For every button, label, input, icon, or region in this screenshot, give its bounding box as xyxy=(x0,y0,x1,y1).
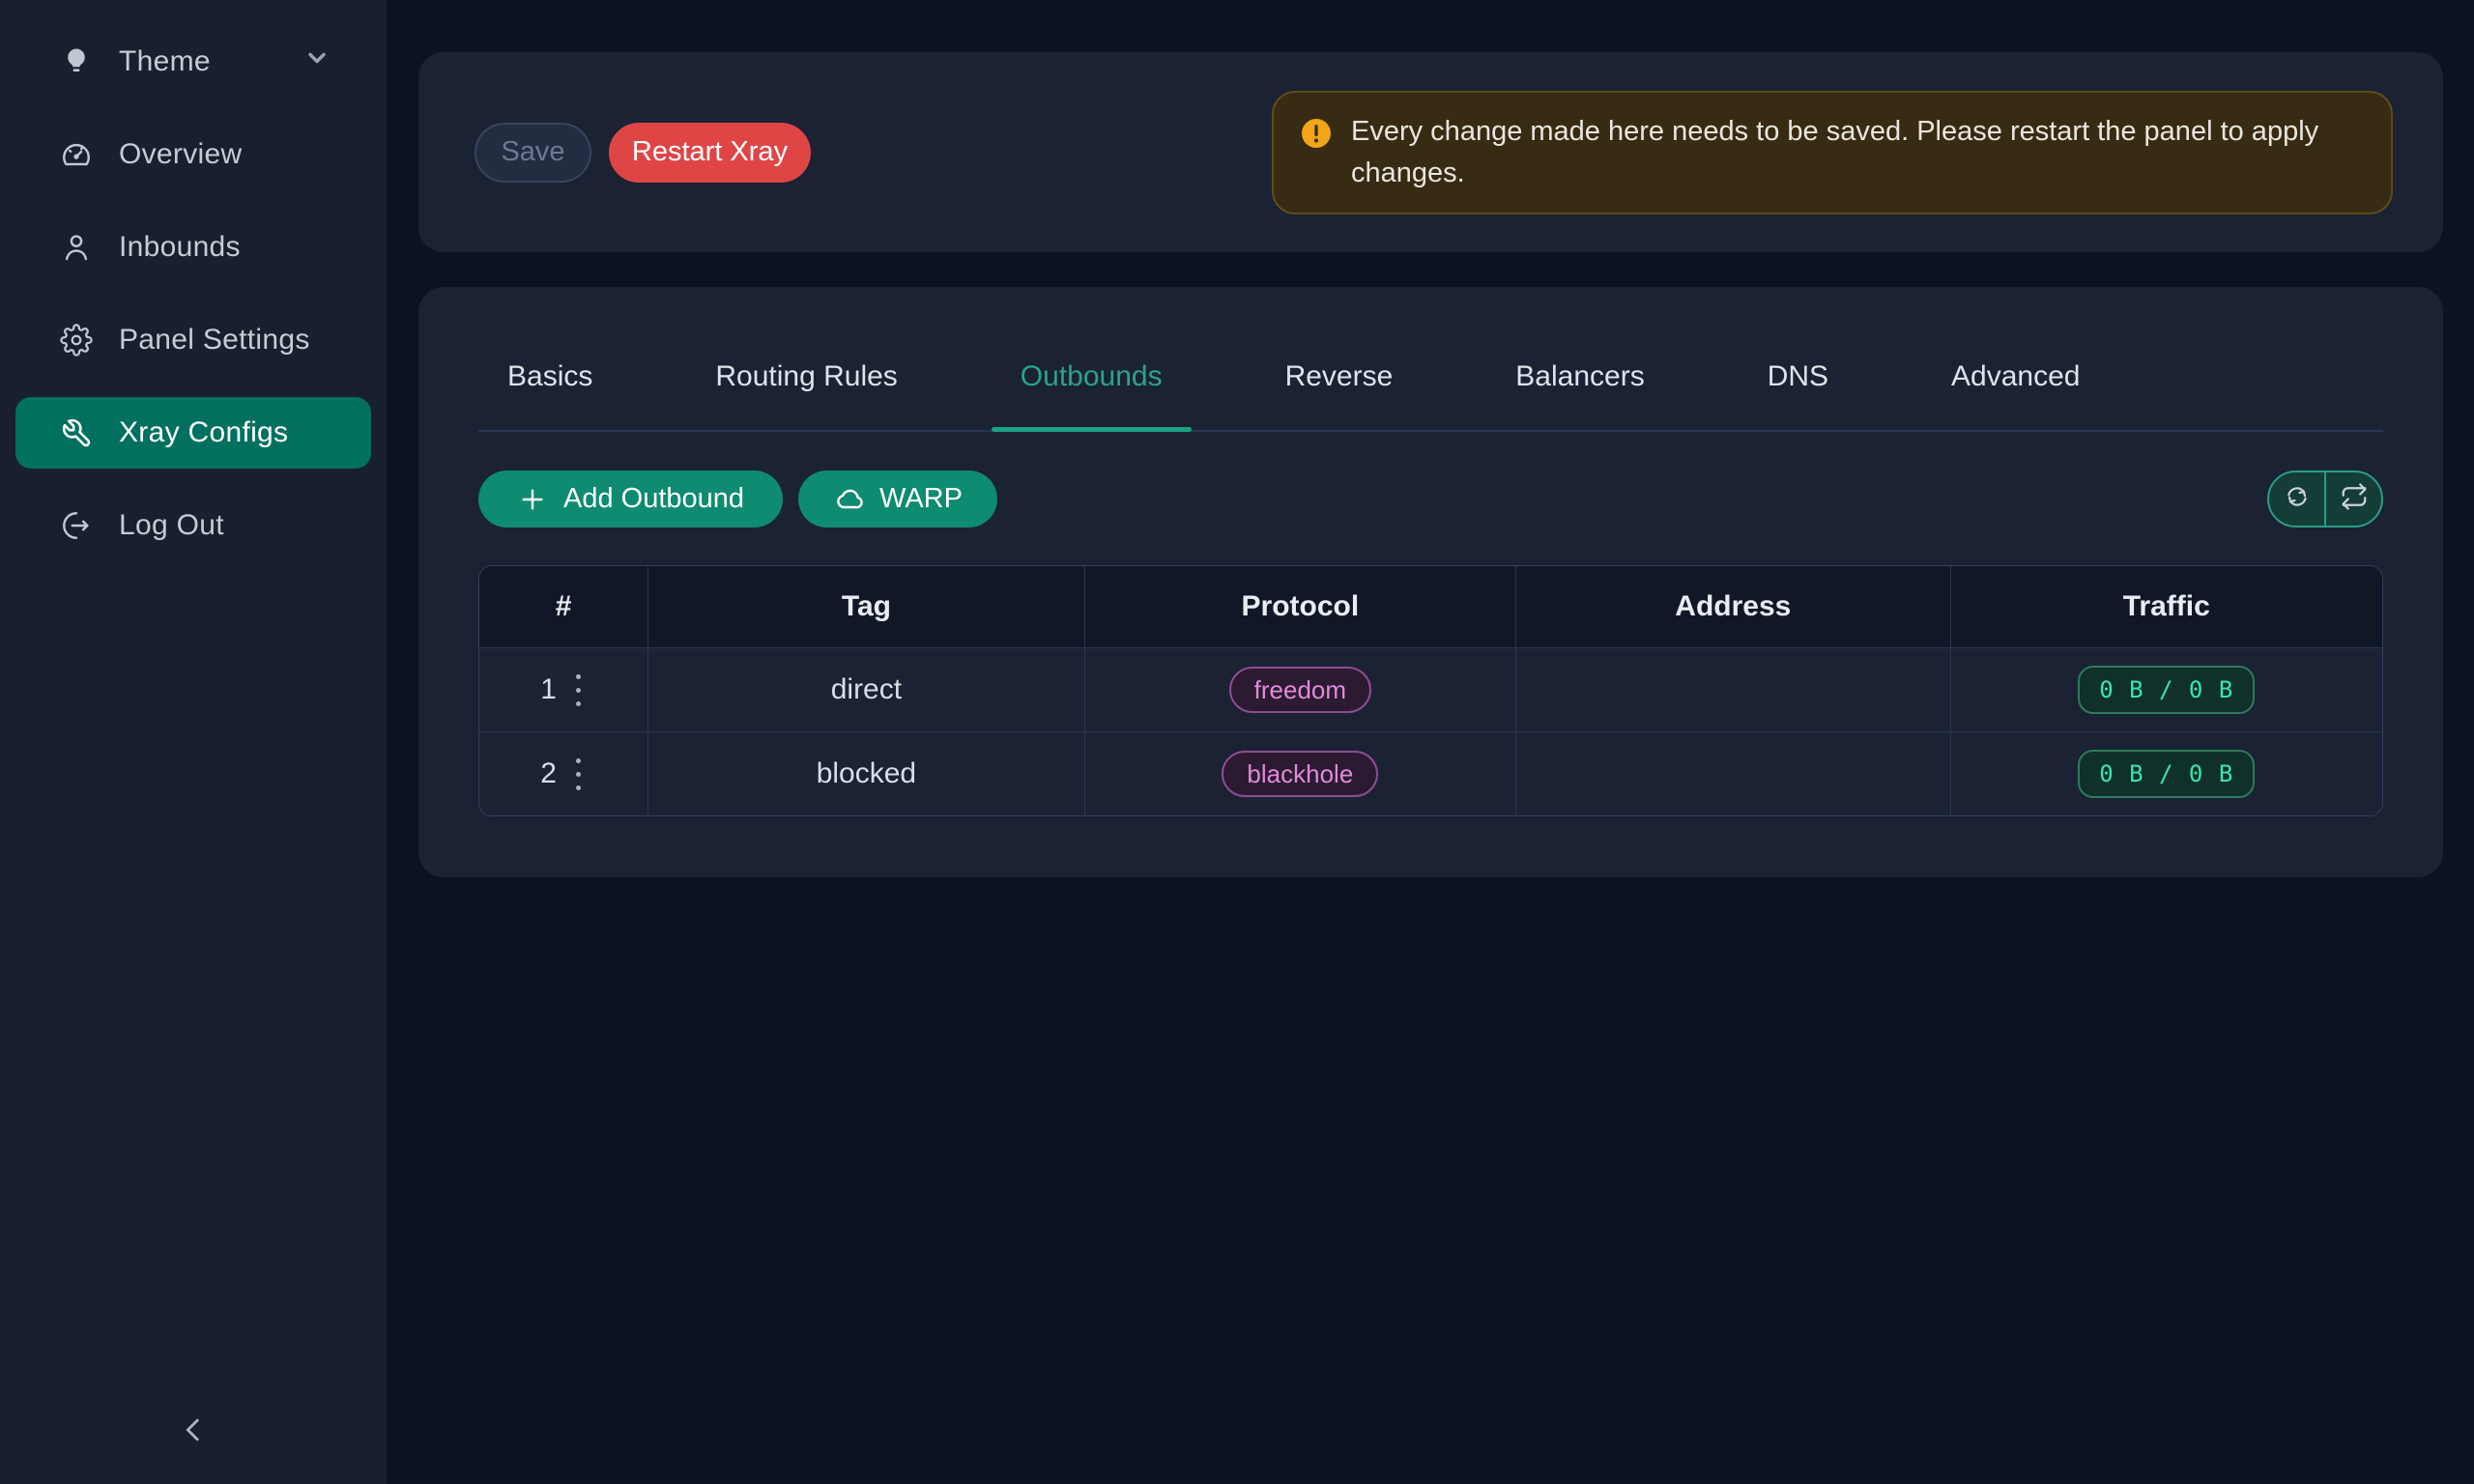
tab-dns[interactable]: DNS xyxy=(1739,357,1857,430)
gear-icon xyxy=(59,323,94,357)
row-index: 2 xyxy=(540,757,557,790)
wrench-icon xyxy=(59,415,94,450)
column-header-protocol: Protocol xyxy=(1085,566,1516,647)
row-tag-cell: direct xyxy=(648,648,1084,731)
outbounds-table: # Tag Protocol Address Traffic 1 direct … xyxy=(478,565,2383,816)
tab-routing-rules[interactable]: Routing Rules xyxy=(686,357,926,430)
traffic-badge: 0 B / 0 B xyxy=(2078,750,2255,798)
row-address-cell xyxy=(1516,648,1950,731)
outbounds-actions-row: Add Outbound WARP xyxy=(478,471,2383,528)
sidebar-item-label: Inbounds xyxy=(119,231,241,264)
sidebar-item-label: Panel Settings xyxy=(119,324,310,357)
row-protocol-cell: freedom xyxy=(1085,648,1516,731)
refresh-button-group xyxy=(2267,471,2383,528)
row-index-cell: 2 xyxy=(479,732,648,815)
user-icon xyxy=(59,230,94,265)
row-index: 1 xyxy=(540,673,557,706)
table-row: 2 blocked blackhole 0 B / 0 B xyxy=(479,731,2382,815)
lightbulb-icon xyxy=(59,44,94,79)
row-menu-dots-icon[interactable] xyxy=(570,753,587,796)
reload-outbounds-button[interactable] xyxy=(2269,472,2326,526)
sidebar-item-overview[interactable]: Overview xyxy=(15,119,371,190)
column-header-tag: Tag xyxy=(648,566,1084,647)
column-header-address: Address xyxy=(1516,566,1950,647)
warning-circle-icon xyxy=(1299,116,1334,151)
config-tabs: Basics Routing Rules Outbounds Reverse B… xyxy=(478,287,2383,432)
table-header-row: # Tag Protocol Address Traffic xyxy=(479,566,2382,647)
protocol-badge: freedom xyxy=(1229,667,1371,713)
plus-icon xyxy=(517,484,548,515)
main-content: Save Restart Xray Every change made here… xyxy=(387,0,2474,1484)
restart-warning-alert: Every change made here needs to be saved… xyxy=(1272,91,2393,214)
traffic-badge: 0 B / 0 B xyxy=(2078,666,2255,714)
xray-configs-card: Basics Routing Rules Outbounds Reverse B… xyxy=(418,287,2443,877)
sidebar-item-panel-settings[interactable]: Panel Settings xyxy=(15,304,371,376)
tab-outbounds[interactable]: Outbounds xyxy=(992,357,1192,430)
tab-balancers[interactable]: Balancers xyxy=(1486,357,1673,430)
add-outbound-button[interactable]: Add Outbound xyxy=(478,471,783,528)
sync-icon xyxy=(2283,482,2312,516)
restart-xray-button[interactable]: Restart Xray xyxy=(609,123,811,183)
cloud-icon xyxy=(833,484,864,515)
sidebar-collapse-button[interactable] xyxy=(164,1403,222,1461)
chevron-left-icon xyxy=(177,1413,210,1451)
sidebar: Theme Overview Inbounds xyxy=(0,0,387,1484)
warp-label: WARP xyxy=(879,483,963,515)
save-button[interactable]: Save xyxy=(475,123,591,183)
gauge-icon xyxy=(59,137,94,172)
protocol-badge: blackhole xyxy=(1222,751,1378,797)
warp-button[interactable]: WARP xyxy=(798,471,997,528)
sidebar-item-label: Xray Configs xyxy=(119,416,288,449)
logout-icon xyxy=(59,508,94,543)
alert-message: Every change made here needs to be saved… xyxy=(1351,111,2362,194)
sidebar-item-xray-configs[interactable]: Xray Configs xyxy=(15,397,371,469)
toolbar-card: Save Restart Xray Every change made here… xyxy=(418,52,2443,252)
sidebar-item-theme[interactable]: Theme xyxy=(15,26,371,98)
table-row: 1 direct freedom 0 B / 0 B xyxy=(479,647,2382,731)
tab-basics[interactable]: Basics xyxy=(478,357,621,430)
row-address-cell xyxy=(1516,732,1950,815)
row-protocol-cell: blackhole xyxy=(1085,732,1516,815)
row-menu-dots-icon[interactable] xyxy=(570,669,587,712)
sidebar-item-label: Theme xyxy=(119,45,211,78)
row-tag-cell: blocked xyxy=(648,732,1084,815)
sidebar-item-log-out[interactable]: Log Out xyxy=(15,490,371,561)
chevron-down-icon xyxy=(303,44,331,79)
column-header-index: # xyxy=(479,566,648,647)
sidebar-item-inbounds[interactable]: Inbounds xyxy=(15,212,371,283)
row-traffic-cell: 0 B / 0 B xyxy=(1951,732,2382,815)
add-outbound-label: Add Outbound xyxy=(563,483,744,515)
row-index-cell: 1 xyxy=(479,648,648,731)
column-header-traffic: Traffic xyxy=(1951,566,2382,647)
row-traffic-cell: 0 B / 0 B xyxy=(1951,648,2382,731)
sidebar-item-label: Overview xyxy=(119,138,242,171)
tab-reverse[interactable]: Reverse xyxy=(1256,357,1423,430)
sidebar-item-label: Log Out xyxy=(119,509,224,542)
reset-traffic-button[interactable] xyxy=(2326,472,2381,526)
tab-advanced[interactable]: Advanced xyxy=(1922,357,2109,430)
repeat-icon xyxy=(2340,482,2369,516)
